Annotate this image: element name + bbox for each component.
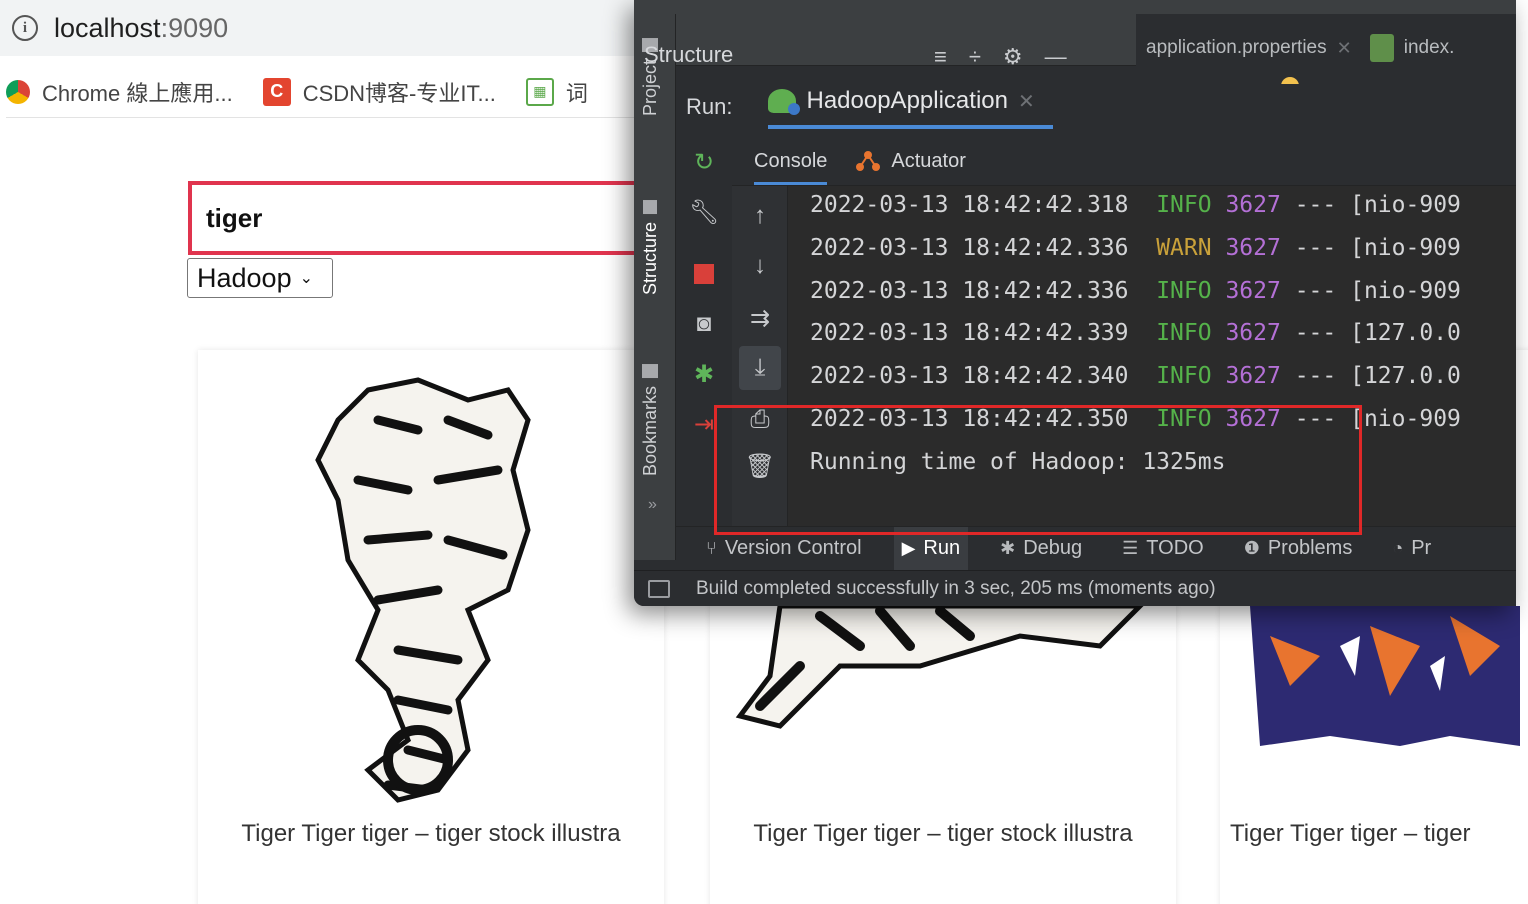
log-line: 2022-03-13 18:42:42.340 INFO 3627 --- [1… bbox=[810, 363, 1461, 389]
tab-todo[interactable]: ☰ TODO bbox=[1114, 527, 1212, 571]
html-file-icon bbox=[1369, 34, 1394, 62]
ide-window: Project Structure Bookmarks » Structure … bbox=[634, 0, 1516, 606]
bookmark-label: CSDN博客-专业IT... bbox=[302, 80, 496, 106]
result-caption[interactable]: Tiger Tiger tiger – tiger stock illustra bbox=[710, 820, 1176, 848]
log-line: 2022-03-13 18:42:42.318 INFO 3627 --- [n… bbox=[810, 192, 1461, 218]
address-bar[interactable]: i localhost:9090 bbox=[0, 0, 640, 56]
bookmarks-bar: Chrome 線上應用... C CSDN博客-专业IT... ▦ 词 bbox=[6, 66, 646, 118]
status-window-icon[interactable] bbox=[648, 579, 670, 598]
tab-actuator[interactable]: Actuator bbox=[855, 149, 966, 185]
chrome-icon bbox=[6, 79, 30, 104]
version-control-icon: ⑂ bbox=[706, 538, 717, 558]
run-bar: Run: HadoopApplication ✕ bbox=[676, 84, 1516, 130]
tab-index[interactable]: index. bbox=[1369, 34, 1454, 62]
status-bar: Build completed successfully in 3 sec, 2… bbox=[634, 570, 1516, 606]
info-icon[interactable]: i bbox=[12, 15, 38, 41]
search-input[interactable] bbox=[188, 181, 658, 255]
structure-toolbar: ≡ ÷ ⚙ — bbox=[934, 44, 1067, 70]
structure-title: Structure bbox=[644, 42, 734, 67]
bookmark-dictionary[interactable]: ▦ 词 bbox=[525, 76, 588, 108]
tab-console[interactable]: Console bbox=[754, 150, 828, 185]
result-caption[interactable]: Tiger Tiger tiger – tiger bbox=[1220, 820, 1528, 848]
status-text: Build completed successfully in 3 sec, 2… bbox=[696, 577, 1216, 599]
dictionary-icon: ▦ bbox=[525, 77, 554, 106]
expand-all-icon[interactable]: ÷ bbox=[969, 44, 981, 70]
gear-icon[interactable]: ⚙ bbox=[1003, 44, 1023, 70]
console-toolbar: ↑ ↓ ⇉ ⤓ ⎙ 🗑︎ bbox=[732, 186, 788, 526]
debug-icon: ✱ bbox=[1000, 538, 1016, 558]
camera-icon[interactable]: ◙ bbox=[676, 302, 732, 346]
run-icon: ▶ bbox=[901, 538, 916, 558]
structure-icon bbox=[643, 200, 658, 214]
url-host: localhost bbox=[54, 12, 161, 43]
tiger-image bbox=[735, 606, 1144, 729]
log-line: 2022-03-13 18:42:42.336 INFO 3627 --- [n… bbox=[810, 278, 1461, 304]
bookmark-label: 词 bbox=[565, 80, 588, 106]
run-toolbar: ↻ 🔧︎ ◙ ✱ ⇥ bbox=[676, 136, 732, 526]
todo-icon: ☰ bbox=[1122, 538, 1139, 558]
tab-run[interactable]: ▶ Run bbox=[893, 526, 969, 571]
console-tab-bar: Console Actuator bbox=[732, 136, 1516, 186]
close-icon[interactable]: ✕ bbox=[1018, 89, 1035, 114]
log-line: 2022-03-13 18:42:42.350 INFO 3627 --- [n… bbox=[810, 406, 1461, 432]
chevron-down-icon: ⌄ bbox=[299, 270, 313, 287]
rerun-icon[interactable]: ↻ bbox=[676, 140, 732, 184]
bookmark-icon bbox=[642, 364, 659, 378]
engine-select[interactable]: Hadoop ⌄ bbox=[187, 258, 333, 298]
wrench-icon[interactable]: 🔧︎ bbox=[676, 190, 732, 234]
console-output[interactable]: 2022-03-13 18:42:42.318 INFO 3627 --- [n… bbox=[788, 186, 1516, 526]
editor-tabs: application.properties ✕ index. bbox=[1136, 22, 1516, 74]
profiler-icon: ◔ bbox=[1392, 538, 1404, 558]
result-card[interactable]: Tiger Tiger tiger – tiger stock illustra bbox=[198, 350, 664, 904]
side-tab-structure[interactable]: Structure bbox=[640, 200, 661, 295]
debug-bug-icon[interactable]: ✱ bbox=[676, 352, 732, 396]
bottom-tool-tabs: ⑂ Version Control ▶ Run ✱ Debug ☰ TODO ❶ Prob… bbox=[676, 526, 1516, 571]
run-config-tab[interactable]: HadoopApplication ✕ bbox=[768, 85, 1053, 129]
scroll-to-end-icon[interactable]: ⤓ bbox=[739, 346, 781, 390]
more-icon[interactable]: » bbox=[648, 496, 657, 514]
tool-window-strip: Project Structure Bookmarks » bbox=[634, 14, 676, 560]
side-tab-bookmarks[interactable]: Bookmarks bbox=[640, 364, 661, 476]
tiger-image bbox=[1250, 606, 1520, 746]
engine-select-value: Hadoop bbox=[197, 262, 292, 293]
bookmark-csdn[interactable]: C CSDN博客-专业IT... bbox=[262, 76, 496, 108]
csdn-icon: C bbox=[262, 77, 291, 106]
result-line: Running time of Hadoop: 1325ms bbox=[810, 449, 1226, 475]
tiger-image bbox=[315, 377, 531, 803]
exit-icon[interactable]: ⇥ bbox=[676, 402, 732, 446]
run-label: Run: bbox=[686, 94, 733, 119]
spring-app-icon bbox=[768, 89, 801, 115]
result-caption[interactable]: Tiger Tiger tiger – tiger stock illustra bbox=[198, 820, 664, 848]
log-line: 2022-03-13 18:42:42.336 WARN 3627 --- [n… bbox=[810, 235, 1461, 261]
tab-application-properties[interactable]: application.properties ✕ bbox=[1146, 37, 1352, 59]
print-icon[interactable]: ⎙ bbox=[732, 398, 788, 442]
actuator-icon bbox=[856, 151, 881, 171]
stop-icon[interactable] bbox=[676, 252, 732, 296]
down-arrow-icon[interactable]: ↓ bbox=[732, 244, 788, 288]
ide-breadcrumb bbox=[634, 0, 1516, 14]
tab-problems[interactable]: ❶ Problems bbox=[1236, 527, 1361, 571]
close-icon[interactable]: ✕ bbox=[1337, 38, 1352, 59]
tab-version-control[interactable]: ⑂ Version Control bbox=[698, 527, 870, 571]
soft-wrap-icon[interactable]: ⇉ bbox=[732, 296, 788, 340]
problems-icon: ❶ bbox=[1243, 538, 1260, 558]
url-text[interactable]: localhost:9090 bbox=[54, 13, 228, 44]
log-line: 2022-03-13 18:42:42.339 INFO 3627 --- [1… bbox=[810, 320, 1461, 346]
run-config-name: HadoopApplication bbox=[806, 87, 1008, 114]
tab-profiler[interactable]: ◔ Pr bbox=[1384, 527, 1439, 571]
url-port: :9090 bbox=[160, 12, 229, 43]
trash-icon[interactable]: 🗑︎ bbox=[732, 444, 788, 488]
minimize-icon[interactable]: — bbox=[1045, 44, 1067, 70]
bookmark-chrome[interactable]: Chrome 線上應用... bbox=[6, 76, 233, 108]
up-arrow-icon[interactable]: ↑ bbox=[732, 194, 788, 238]
structure-header bbox=[676, 14, 1136, 66]
bookmark-label: Chrome 線上應用... bbox=[42, 80, 233, 106]
collapse-all-icon[interactable]: ≡ bbox=[934, 44, 947, 70]
tab-debug[interactable]: ✱ Debug bbox=[992, 527, 1090, 571]
